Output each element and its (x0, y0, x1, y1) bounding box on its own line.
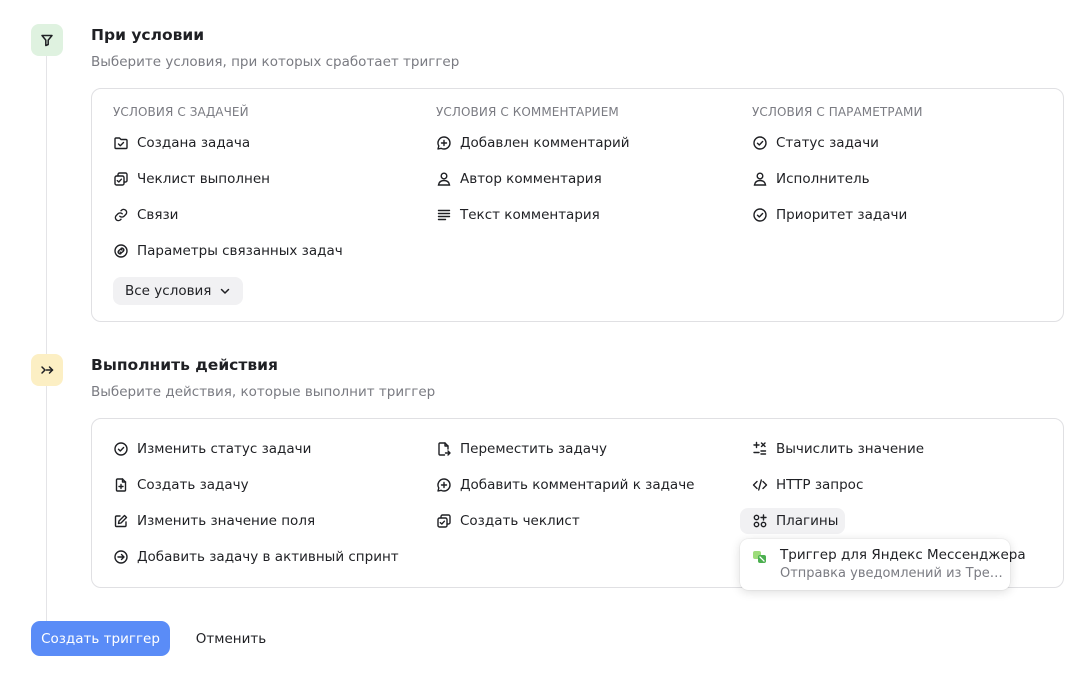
condition-label: Текст комментария (460, 207, 600, 223)
condition-label: Создана задача (137, 135, 251, 151)
action-http-request[interactable]: HTTP запрос (752, 474, 863, 496)
code-icon (752, 477, 768, 493)
task-created-icon (113, 135, 129, 151)
plugins-icon (752, 513, 768, 529)
action-create-task[interactable]: Создать задачу (113, 474, 249, 496)
comment-conditions-header: УСЛОВИЯ С КОММЕНТАРИЕМ (436, 105, 619, 119)
action-calculate-value[interactable]: Вычислить значение (752, 438, 924, 460)
condition-label: Автор комментария (460, 171, 602, 187)
chevron-down-icon (219, 285, 231, 297)
actions-subtitle: Выберите действия, которые выполнит триг… (91, 384, 436, 400)
condition-label: Исполнитель (776, 171, 870, 187)
check-circle-icon (752, 207, 768, 223)
condition-comment-text[interactable]: Текст комментария (436, 204, 600, 226)
action-label: Добавить комментарий к задаче (460, 477, 695, 493)
action-change-field[interactable]: Изменить значение поля (113, 510, 315, 532)
checklist-icon (113, 171, 129, 187)
action-create-checklist[interactable]: Создать чеклист (436, 510, 580, 532)
all-conditions-button[interactable]: Все условия (113, 277, 244, 305)
action-add-comment[interactable]: Добавить комментарий к задаче (436, 474, 695, 496)
text-lines-icon (436, 207, 452, 223)
conditions-subtitle: Выберите условия, при которых сработает … (91, 54, 460, 70)
comment-add-icon (436, 477, 452, 493)
plugin-title: Триггер для Яндекс Мессенджера (780, 547, 1026, 563)
trigger-editor-page: При условии Выберите условия, при которы… (0, 0, 1089, 686)
action-label: Изменить статус задачи (137, 441, 312, 457)
condition-label: Чеклист выполнен (137, 171, 270, 187)
person-icon (752, 171, 768, 187)
linked-params-icon (113, 243, 129, 259)
file-plus-icon (113, 477, 129, 493)
all-conditions-label: Все условия (125, 283, 212, 299)
task-conditions-header: УСЛОВИЯ С ЗАДАЧЕЙ (113, 105, 249, 119)
conditions-title: При условии (91, 26, 205, 44)
timeline-line (46, 40, 47, 625)
calculator-icon (752, 441, 768, 457)
condition-label: Добавлен комментарий (460, 135, 630, 151)
action-label: Создать задачу (137, 477, 249, 493)
condition-links[interactable]: Связи (113, 204, 178, 226)
filter-icon (31, 24, 63, 56)
cancel-button[interactable]: Отменить (183, 621, 279, 656)
plugins-button[interactable]: Плагины (740, 508, 845, 534)
condition-linked-params[interactable]: Параметры связанных задач (113, 240, 343, 262)
check-circle-icon (113, 441, 129, 457)
arrow-circle-icon (113, 549, 129, 565)
action-label: Создать чеклист (460, 513, 580, 529)
action-label: Изменить значение поля (137, 513, 316, 529)
checklist-icon (436, 513, 452, 529)
double-arrow-icon (31, 354, 63, 386)
action-move-task[interactable]: Переместить задачу (436, 438, 607, 460)
condition-assignee[interactable]: Исполнитель (752, 168, 870, 190)
condition-task-created[interactable]: Создана задача (113, 132, 250, 154)
condition-label: Параметры связанных задач (137, 243, 343, 259)
action-label: HTTP запрос (776, 477, 864, 493)
condition-task-status[interactable]: Статус задачи (752, 132, 879, 154)
comment-add-icon (436, 135, 452, 151)
messenger-plugin-icon (752, 549, 768, 565)
condition-checklist-done[interactable]: Чеклист выполнен (113, 168, 270, 190)
action-label: Вычислить значение (776, 441, 925, 457)
param-conditions-header: УСЛОВИЯ С ПАРАМЕТРАМИ (752, 105, 923, 119)
create-trigger-button[interactable]: Создать триггер (31, 621, 170, 656)
actions-title: Выполнить действия (91, 356, 278, 374)
conditions-panel: УСЛОВИЯ С ЗАДАЧЕЙ Создана задача Чеклист… (91, 88, 1064, 322)
condition-label: Статус задачи (776, 135, 879, 151)
condition-label: Связи (137, 207, 179, 223)
action-label: Добавить задачу в активный спринт (137, 549, 399, 565)
file-move-icon (436, 441, 452, 457)
action-label: Переместить задачу (460, 441, 608, 457)
condition-comment-added[interactable]: Добавлен комментарий (436, 132, 630, 154)
plugin-option-messenger[interactable]: Триггер для Яндекс Мессенджера Отправка … (740, 539, 1026, 590)
plugin-description: Отправка уведомлений из Трекера в Яндекс… (780, 566, 1004, 581)
check-circle-icon (752, 135, 768, 151)
action-add-to-sprint[interactable]: Добавить задачу в активный спринт (113, 546, 399, 568)
edit-icon (113, 513, 129, 529)
plugins-label: Плагины (776, 513, 839, 529)
condition-comment-author[interactable]: Автор комментария (436, 168, 602, 190)
link-icon (113, 207, 129, 223)
person-icon (436, 171, 452, 187)
condition-task-priority[interactable]: Приоритет задачи (752, 204, 907, 226)
action-change-status[interactable]: Изменить статус задачи (113, 438, 311, 460)
condition-label: Приоритет задачи (776, 207, 908, 223)
